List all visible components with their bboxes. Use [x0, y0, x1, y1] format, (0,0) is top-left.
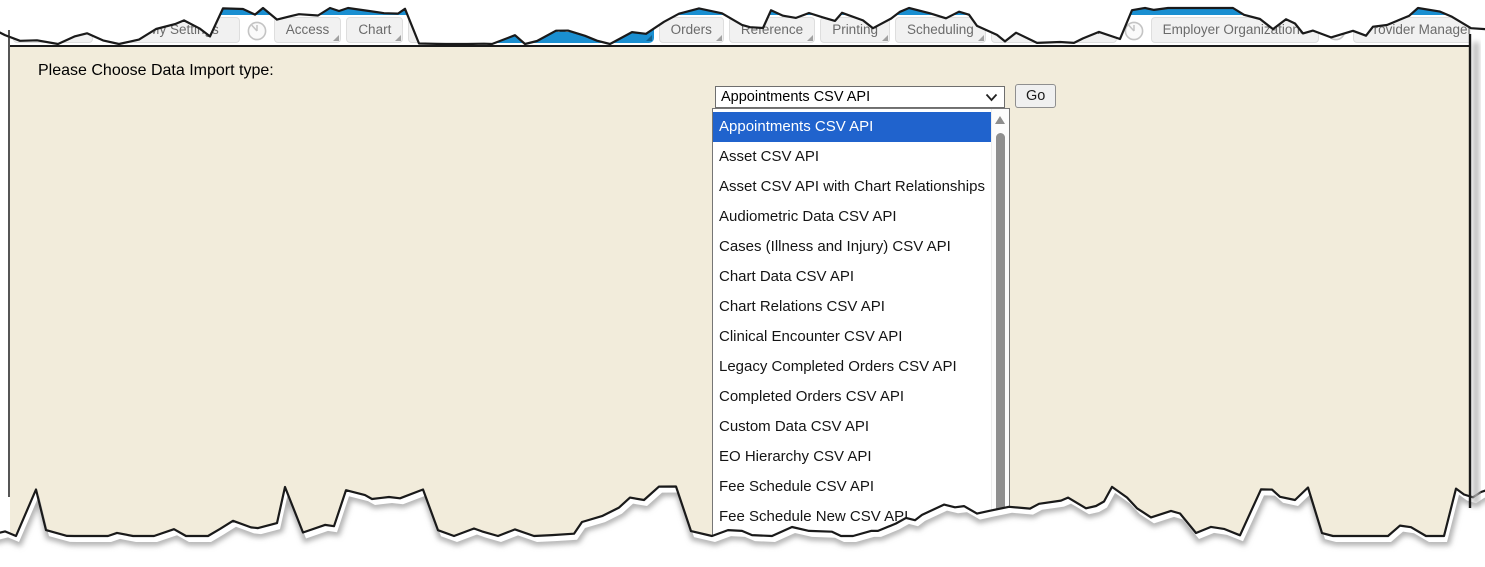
tab-row: Admin My Settings Access Chart System In… — [13, 9, 1471, 43]
application-window: Admin My Settings Access Chart System In… — [10, 0, 1471, 567]
tab-label: Employer Organizations — [1163, 22, 1307, 37]
menu-corner-triangle-icon — [469, 35, 475, 41]
dropdown-option[interactable]: Cases (Illness and Injury) CSV API — [713, 232, 991, 262]
tab-version[interactable]: Version — [1048, 17, 1117, 43]
tab-label: My Settings — [148, 22, 219, 37]
tab-admin[interactable]: Admin — [13, 17, 93, 43]
menu-corner-triangle-icon — [807, 35, 813, 41]
tab-printing[interactable]: Printing — [820, 17, 890, 43]
menu-corner-triangle-icon — [716, 35, 722, 41]
clock-icon — [246, 20, 268, 42]
dropdown-option[interactable]: EO Hierarchy CSV API — [713, 442, 991, 472]
menu-corner-triangle-icon — [646, 35, 652, 41]
tab-label: Scheduling — [907, 22, 974, 37]
dropdown-option[interactable]: Fee Schedule CSV API — [713, 472, 991, 502]
tab-my-settings[interactable]: My Settings — [127, 17, 240, 43]
dropdown-option[interactable]: Asset CSV API with Chart Relationships — [713, 172, 991, 202]
tab-employer-organizations[interactable]: Employer Organizations — [1151, 17, 1319, 43]
tab-label: Access — [286, 22, 330, 37]
dropdown-option[interactable]: Chart Data CSV API — [713, 262, 991, 292]
tab-label: Printing — [832, 22, 878, 37]
clock-icon — [1123, 20, 1145, 42]
tab-label: Interface : Data Import — [496, 20, 639, 35]
dropdown-option[interactable]: Fee Schedule New CSV API — [713, 502, 991, 532]
dropdown-option[interactable]: Clinical Encounter CSV API — [713, 322, 991, 352]
go-button[interactable]: Go — [1015, 84, 1056, 108]
dropdown-option[interactable]: Audiometric Data CSV API — [713, 202, 991, 232]
menu-corner-triangle-icon — [1035, 35, 1041, 41]
tab-hsp[interactable]: HSP — [991, 17, 1043, 43]
clock-icon — [99, 20, 121, 42]
scrollbar-thumb[interactable] — [996, 133, 1005, 531]
data-import-page: Please Choose Data Import type: Appointm… — [10, 47, 1471, 567]
tab-provider-management[interactable]: Provider Management — [1353, 17, 1471, 43]
tab-chart[interactable]: Chart — [346, 17, 403, 43]
dropdown-option[interactable]: Chart Relations CSV API — [713, 292, 991, 322]
dropdown-option[interactable]: Custom Data CSV API — [713, 412, 991, 442]
select-value: Appointments CSV API — [721, 89, 985, 105]
menu-corner-triangle-icon — [333, 35, 339, 41]
data-import-type-option-list: Appointments CSV API Asset CSV API Asset… — [712, 108, 1010, 550]
tab-label: Orders — [671, 22, 712, 37]
tab-label: Chart — [358, 22, 391, 37]
tab-interface-data-import[interactable]: Interface : Data Import — [482, 13, 653, 43]
prompt-label: Please Choose Data Import type: — [38, 62, 274, 80]
dropdown-option[interactable]: Appointments CSV API — [713, 112, 991, 142]
list-scrollbar[interactable] — [991, 109, 1009, 549]
tab-label: System — [420, 22, 465, 37]
menu-corner-triangle-icon — [978, 35, 984, 41]
dropdown-option[interactable]: Completed Orders CSV API — [713, 382, 991, 412]
tab-label: Admin — [34, 22, 72, 37]
tab-label: Provider Management — [1365, 22, 1471, 37]
dropdown-option[interactable]: Legacy Completed Orders CSV API — [713, 352, 991, 382]
tab-label: HSP — [1003, 22, 1031, 37]
menu-corner-triangle-icon — [882, 35, 888, 41]
tab-strip: Admin My Settings Access Chart System In… — [10, 0, 1471, 47]
tab-orders[interactable]: Orders — [659, 17, 724, 43]
tab-system[interactable]: System — [408, 17, 477, 43]
triangle-up-icon[interactable] — [995, 116, 1005, 124]
data-import-type-select[interactable]: Appointments CSV API — [715, 86, 1005, 108]
tab-scheduling[interactable]: Scheduling — [895, 17, 986, 43]
chevron-down-icon — [985, 93, 998, 102]
tab-label: Reference — [741, 22, 803, 37]
menu-corner-triangle-icon — [395, 35, 401, 41]
tab-access[interactable]: Access — [274, 17, 342, 43]
tab-label: Version — [1060, 22, 1105, 37]
tab-reference[interactable]: Reference — [729, 17, 815, 43]
dropdown-option[interactable]: Asset CSV API — [713, 142, 991, 172]
clock-icon — [1325, 20, 1347, 42]
